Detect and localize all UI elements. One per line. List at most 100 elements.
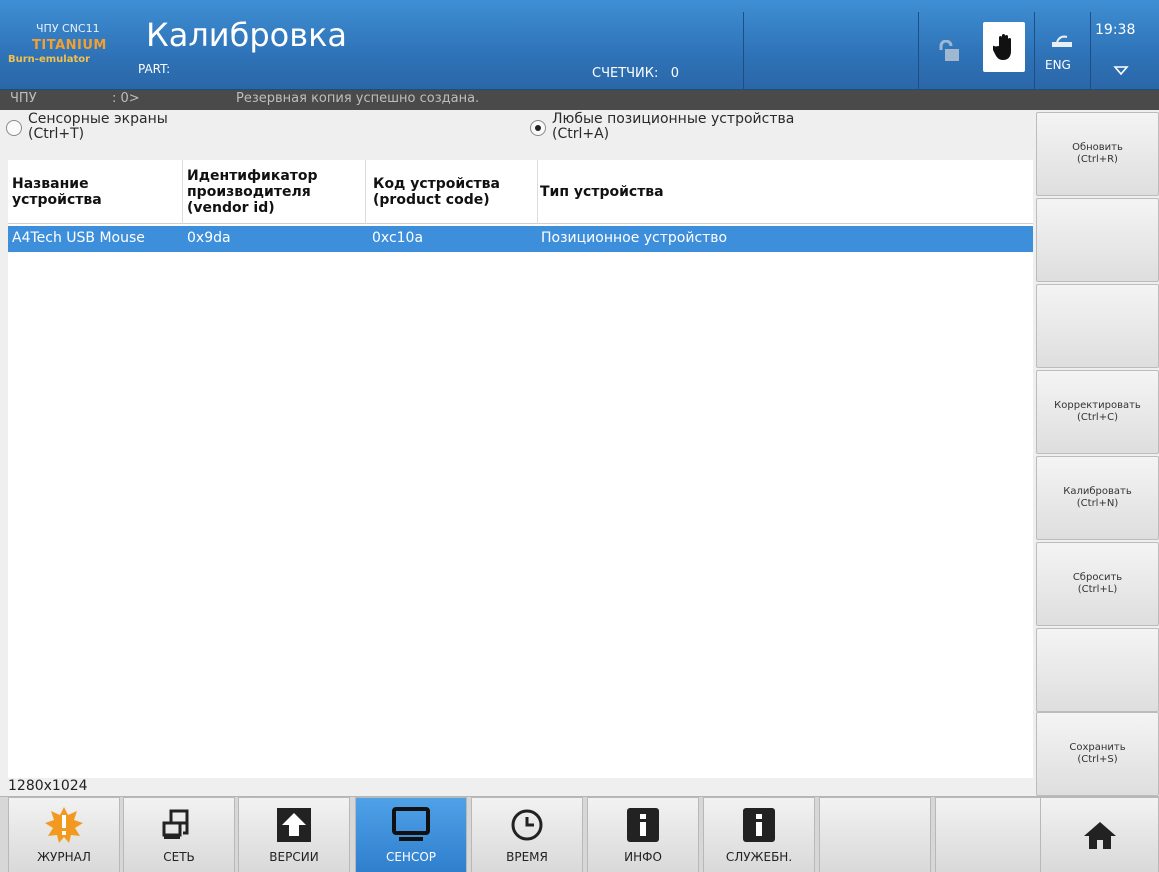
bottom-tab-bar: ЖУРНАЛ СЕТЬ ВЕРСИИ СЕНСОР ВРЕМЯ ИНФО СЛУ… xyxy=(0,796,1159,872)
column-header-text: Идентификатор xyxy=(187,168,318,184)
tab-versions[interactable]: ВЕРСИИ xyxy=(238,797,350,872)
tab-label: СЕНСОР xyxy=(385,850,437,864)
empty-tab[interactable] xyxy=(819,797,931,872)
tab-network[interactable]: СЕТЬ xyxy=(123,797,235,872)
button-label: Калибровать xyxy=(1063,486,1132,497)
column-header-text: (vendor id) xyxy=(187,200,275,216)
home-button[interactable] xyxy=(1040,797,1159,872)
empty-side-button[interactable] xyxy=(1036,198,1159,282)
calibration-screen: ЧПУ CNC11 TITANIUM Burn-emulator Калибро… xyxy=(0,0,1159,872)
device-table: Название устройства Идентификатор произв… xyxy=(8,160,1033,778)
clock-time: 19:38 xyxy=(1095,22,1136,38)
info-icon xyxy=(743,808,775,842)
status-bar: ЧПУ : 0> Резервная копия успешно создана… xyxy=(0,90,1159,110)
cell-vendor-id: 0x9da xyxy=(187,230,231,246)
column-header-vendor-id[interactable]: Идентификатор производителя (vendor id) xyxy=(183,160,363,224)
status-mode: ЧПУ xyxy=(10,91,37,106)
hand-icon xyxy=(993,33,1011,60)
cell-product-code: 0xc10a xyxy=(372,230,424,246)
cell-device-type: Позиционное устройство xyxy=(541,230,728,246)
home-icon xyxy=(1083,822,1116,849)
app-logo: ЧПУ CNC11 TITANIUM Burn-emulator xyxy=(8,22,140,84)
button-shortcut: (Ctrl+C) xyxy=(1077,412,1118,423)
radio-label-line: Сенсорные экраны xyxy=(28,111,168,127)
header-divider xyxy=(1090,12,1091,90)
device-filter: Сенсорные экраны (Ctrl+T) Любые позицион… xyxy=(0,112,1035,158)
column-header-product-code[interactable]: Код устройства (product code) xyxy=(369,160,537,224)
language-label: ENG xyxy=(1045,58,1071,72)
reset-button[interactable]: Сбросить (Ctrl+L) xyxy=(1036,542,1159,626)
empty-side-button[interactable] xyxy=(1036,628,1159,712)
chevron-down-icon[interactable] xyxy=(1113,64,1129,76)
column-header-text: (product code) xyxy=(373,192,490,208)
tab-label: ЖУРНАЛ xyxy=(37,850,91,864)
monitor-icon xyxy=(392,807,430,841)
button-shortcut: (Ctrl+S) xyxy=(1077,754,1118,765)
radio-shortcut: (Ctrl+A) xyxy=(552,126,610,142)
counter: СЧЕТЧИК: 0 xyxy=(592,66,679,81)
status-prompt: : 0> xyxy=(112,91,140,106)
column-header-device-type[interactable]: Тип устройства xyxy=(536,160,836,224)
column-header-text: Тип устройства xyxy=(540,184,664,200)
warning-burst-icon xyxy=(45,807,83,843)
logo-titanium-text: TITANIUM xyxy=(32,38,107,53)
lock-button[interactable] xyxy=(920,12,978,90)
page-title: Калибровка xyxy=(146,16,347,54)
tab-label: ВЕРСИИ xyxy=(269,850,319,864)
button-label: Сохранить xyxy=(1069,742,1126,753)
empty-tab[interactable] xyxy=(935,797,1047,872)
tab-label: СЛУЖЕБН. xyxy=(725,850,793,864)
table-header: Название устройства Идентификатор произв… xyxy=(8,160,1033,224)
logo-burn-text: Burn-emulator xyxy=(8,54,91,65)
column-header-name[interactable]: Название устройства xyxy=(8,160,180,224)
tab-service[interactable]: СЛУЖЕБН. xyxy=(703,797,815,872)
info-icon xyxy=(627,808,659,842)
tab-label: СЕТЬ xyxy=(163,850,195,864)
unlock-icon xyxy=(939,40,959,61)
part-label: PART: xyxy=(138,62,171,76)
refresh-button[interactable]: Обновить (Ctrl+R) xyxy=(1036,112,1159,196)
radio-circle-checked xyxy=(530,120,546,136)
tab-sensor[interactable]: СЕНСОР xyxy=(355,797,467,872)
network-icon xyxy=(162,809,189,839)
radio-label-line: Любые позиционные устройства xyxy=(552,111,795,127)
side-button-panel: Обновить (Ctrl+R) Корректировать (Ctrl+C… xyxy=(1036,112,1159,796)
clock-icon xyxy=(511,809,543,841)
upload-arrow-icon xyxy=(277,808,311,842)
language-button[interactable]: ENG xyxy=(1037,12,1089,90)
logo-cnc-text: ЧПУ CNC11 xyxy=(36,22,100,35)
header-divider xyxy=(1034,12,1035,90)
tab-label: ВРЕМЯ xyxy=(506,850,548,864)
radio-label: Сенсорные экраны (Ctrl+T) xyxy=(28,112,168,142)
keyboard-icon xyxy=(1052,35,1072,47)
counter-value: 0 xyxy=(670,66,680,81)
button-shortcut: (Ctrl+N) xyxy=(1076,498,1119,509)
counter-label: СЧЕТЧИК: xyxy=(592,66,659,81)
button-shortcut: (Ctrl+R) xyxy=(1077,154,1118,165)
tab-label: ИНФО xyxy=(624,850,662,864)
manual-mode-button[interactable] xyxy=(983,22,1025,72)
column-header-text: Название xyxy=(12,176,89,192)
button-shortcut: (Ctrl+L) xyxy=(1077,584,1118,595)
save-button[interactable]: Сохранить (Ctrl+S) xyxy=(1036,712,1159,796)
column-header-text: производителя xyxy=(187,184,311,200)
status-message: Резервная копия успешно создана. xyxy=(236,91,480,106)
screen-resolution: 1280x1024 xyxy=(8,778,88,794)
tab-time[interactable]: ВРЕМЯ xyxy=(471,797,583,872)
header-divider xyxy=(918,12,919,90)
empty-side-button[interactable] xyxy=(1036,284,1159,368)
table-row[interactable]: A4Tech USB Mouse 0x9da 0xc10a Позиционно… xyxy=(8,226,1033,252)
radio-circle xyxy=(6,120,22,136)
radio-any-positional-devices[interactable]: Любые позиционные устройства (Ctrl+A) xyxy=(530,112,794,142)
header-bar: ЧПУ CNC11 TITANIUM Burn-emulator Калибро… xyxy=(0,0,1159,90)
button-label: Обновить xyxy=(1072,142,1123,153)
calibrate-button[interactable]: Калибровать (Ctrl+N) xyxy=(1036,456,1159,540)
cell-device-name: A4Tech USB Mouse xyxy=(12,230,145,246)
column-header-text: Код устройства xyxy=(373,176,500,192)
tab-journal[interactable]: ЖУРНАЛ xyxy=(8,797,120,872)
tab-info[interactable]: ИНФО xyxy=(587,797,699,872)
button-label: Корректировать xyxy=(1054,400,1141,411)
correct-button[interactable]: Корректировать (Ctrl+C) xyxy=(1036,370,1159,454)
radio-touch-screens[interactable]: Сенсорные экраны (Ctrl+T) xyxy=(6,112,168,142)
radio-shortcut: (Ctrl+T) xyxy=(28,126,85,142)
